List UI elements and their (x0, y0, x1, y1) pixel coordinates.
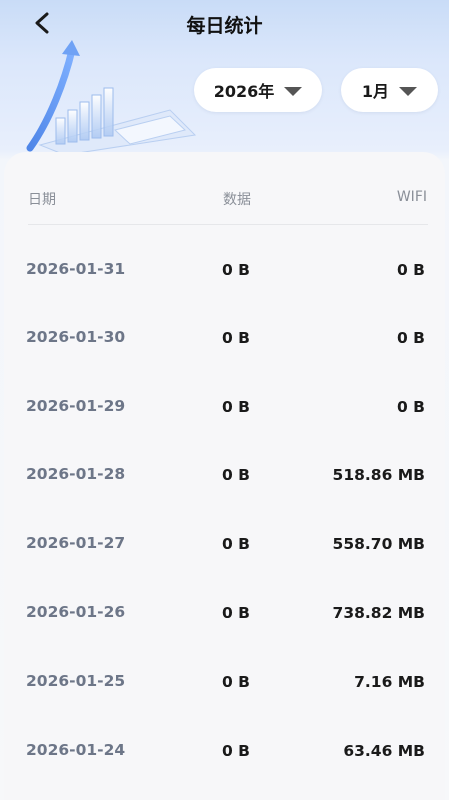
header-divider (28, 224, 428, 225)
row-wifi-usage: 738.82 MB (332, 604, 425, 622)
row-date: 2026-01-29 (26, 397, 126, 415)
row-date: 2026-01-28 (26, 465, 126, 483)
row-data-usage: 0 B (222, 604, 250, 622)
year-select[interactable]: 2026年 (194, 68, 322, 112)
column-header-date: 日期 (28, 192, 56, 208)
table-row: 2026-01-27 0 B 558.70 MB (0, 528, 449, 558)
row-wifi-usage: 0 B (397, 398, 425, 416)
row-date: 2026-01-24 (26, 741, 126, 759)
row-data-usage: 0 B (222, 466, 250, 484)
row-wifi-usage: 7.16 MB (354, 673, 425, 691)
daily-stats-screen: 每日统计 2026年 1月 日期 数据 WIFI 2026-01-31 0 B … (0, 0, 449, 800)
table-row: 2026-01-26 0 B 738.82 MB (0, 597, 449, 627)
table-row: 2026-01-25 0 B 7.16 MB (0, 666, 449, 696)
year-select-value: 2026年 (213, 82, 275, 101)
chart-growth-illustration (26, 40, 197, 155)
table-row: 2026-01-24 0 B 63.46 MB (0, 735, 449, 765)
table-row: 2026-01-30 0 B 0 B (0, 322, 449, 352)
row-wifi-usage: 558.70 MB (332, 535, 425, 553)
row-wifi-usage: 63.46 MB (343, 742, 425, 760)
row-wifi-usage: 518.86 MB (332, 466, 425, 484)
table-row: 2026-01-28 0 B 518.86 MB (0, 459, 449, 489)
triangle-down-icon (399, 86, 418, 96)
month-select[interactable]: 1月 (341, 68, 438, 112)
row-data-usage: 0 B (222, 535, 250, 553)
table-row: 2026-01-31 0 B 0 B (0, 254, 449, 284)
row-data-usage: 0 B (222, 398, 250, 416)
row-date: 2026-01-25 (26, 672, 126, 690)
row-data-usage: 0 B (222, 742, 250, 760)
row-data-usage: 0 B (222, 261, 250, 279)
month-select-value: 1月 (361, 82, 390, 101)
app-header: 每日统计 (0, 0, 449, 50)
table-row: 2026-01-29 0 B 0 B (0, 391, 449, 421)
row-date: 2026-01-30 (26, 328, 126, 346)
table-header: 日期 数据 WIFI (0, 186, 449, 210)
page-title: 每日统计 (186, 15, 263, 37)
row-date: 2026-01-26 (26, 603, 126, 621)
row-date: 2026-01-27 (26, 534, 126, 552)
column-header-data: 数据 (223, 192, 251, 208)
row-wifi-usage: 0 B (397, 329, 425, 347)
triangle-down-icon (284, 86, 303, 96)
column-header-wifi: WIFI (396, 189, 427, 205)
row-date: 2026-01-31 (26, 260, 126, 278)
row-wifi-usage: 0 B (397, 261, 425, 279)
row-data-usage: 0 B (222, 673, 250, 691)
row-data-usage: 0 B (222, 329, 250, 347)
